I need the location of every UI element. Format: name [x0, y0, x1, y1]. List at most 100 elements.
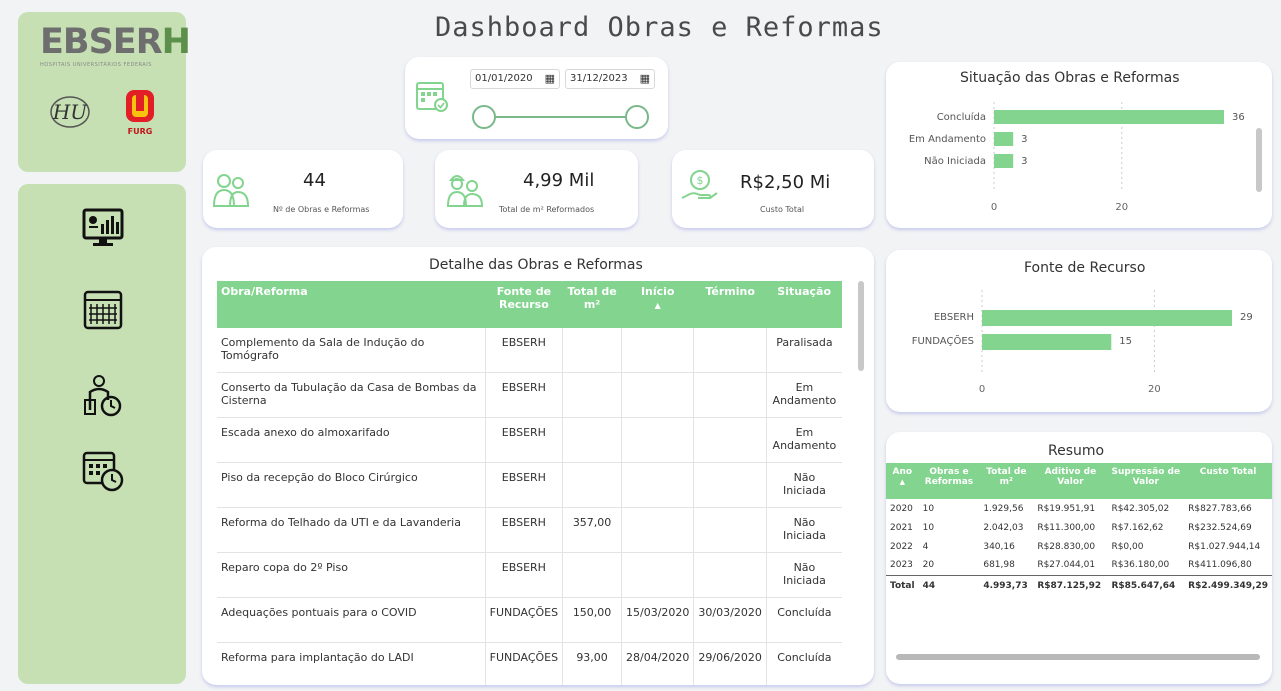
resumo-col-custo[interactable]: Custo Total	[1184, 463, 1272, 499]
end-date-field[interactable]: 31/12/2023 ▦	[565, 69, 655, 89]
monitor-chart-icon[interactable]	[81, 206, 125, 250]
resumo-col-aditivo[interactable]: Aditivo de Valor	[1033, 463, 1108, 499]
table-row[interactable]: Complemento da Sala de Indução do Tomógr…	[217, 326, 842, 373]
resumo-title: Resumo	[1048, 443, 1105, 459]
resumo-cell: 681,98	[983, 560, 1015, 571]
bar-category-label: Em Andamento	[909, 134, 986, 145]
calendar-grid-icon[interactable]	[81, 288, 125, 332]
table-cell: 30/03/2020	[693, 597, 767, 643]
bar-value-label: 3	[1021, 156, 1027, 167]
table-cell	[621, 507, 695, 553]
axis-tick-label: 0	[991, 202, 997, 213]
resumo-cell: R$1.027.944,14	[1188, 541, 1261, 552]
resumo-col-obras[interactable]: Obras e Reformas	[918, 463, 980, 499]
kpi-card-custo: $ R$2,50 Mi Custo Total	[672, 150, 874, 228]
resumo-row[interactable]: 2021 10 2.042,03 R$11.300,00 R$7.162,62 R$232…	[886, 518, 1272, 537]
resumo-cell: R$28.830,00	[1037, 541, 1096, 552]
table-row[interactable]: Conserto da Tubulação da Casa de Bombas …	[217, 372, 842, 418]
resumo-total-cell: 44	[918, 574, 980, 597]
table-cell: Complemento da Sala de Indução do Tomógr…	[217, 326, 486, 373]
col-header-situacao[interactable]: Situação	[766, 281, 842, 327]
table-cell	[621, 552, 695, 598]
resumo-row[interactable]: 2023 20 681,98 R$27.044,01 R$36.180,00 R$411.…	[886, 556, 1272, 575]
slider-start-handle[interactable]	[472, 105, 496, 129]
table-cell: Conserto da Tubulação da Casa de Bombas …	[217, 372, 486, 418]
table-cell: 150,00	[562, 597, 623, 643]
table-cell: 93,00	[562, 642, 623, 685]
table-cell: 15/03/2020	[621, 597, 695, 643]
bar	[994, 132, 1014, 146]
kpi-card-obras: 44 Nº de Obras e Reformas	[203, 150, 403, 228]
table-row[interactable]: Reparo copa do 2º Piso EBSERH Não Iniciada	[217, 552, 842, 598]
table-row[interactable]: Escada anexo do almoxarifado EBSERH Em And…	[217, 417, 842, 463]
ebserh-logo-subtitle: HOSPITAIS UNIVERSITÁRIOS FEDERAIS	[40, 62, 152, 68]
fonte-bar-chart: 0 20 EBSERH 29 FUNDAÇÕES 15	[912, 290, 1253, 395]
start-date-field[interactable]: 01/01/2020 ▦	[470, 69, 560, 89]
bar-value-label: 15	[1119, 336, 1132, 347]
table-row[interactable]: Reforma para implantação do LADI FUNDAÇÕE…	[217, 642, 842, 685]
calendar-clock-icon[interactable]	[81, 449, 125, 493]
table-cell	[693, 552, 767, 598]
hu-logo: HU	[50, 96, 90, 128]
resumo-row[interactable]: 2020 10 1.929,56 R$19.951,91 R$42.305,02 R$82…	[886, 499, 1272, 518]
table-row[interactable]: Piso da recepção do Bloco Cirúrgico EBSER…	[217, 462, 842, 508]
resumo-col-ano[interactable]: Ano ▲	[886, 463, 919, 499]
resumo-cell: 2020	[890, 503, 913, 514]
col-header-obra[interactable]: Obra/Reforma	[217, 281, 486, 327]
resumo-total-cell: Total	[886, 574, 919, 597]
situacao-bar-chart: 0 20 Concluída 36 Em Andamento 3 Não Iniciada 3	[909, 102, 1245, 213]
resumo-total-cell: 4.993,73	[979, 574, 1034, 597]
resumo-cell: 2022	[890, 541, 913, 552]
table-cell: FUNDAÇÕES	[485, 642, 564, 685]
resumo-cell: 2023	[890, 560, 913, 571]
workers-icon	[212, 174, 250, 207]
resumo-cell: R$827.783,66	[1188, 503, 1252, 514]
table-cell	[621, 372, 695, 418]
kpi-card-area: 4,99 Mil Total de m² Reformados	[435, 150, 638, 228]
table-row[interactable]: Adequações pontuais para o COVID FUNDAÇÕE…	[217, 597, 842, 643]
table-cell: Reparo copa do 2º Piso	[217, 552, 486, 598]
person-clock-icon[interactable]	[81, 374, 125, 418]
fonte-chart-card: Fonte de Recurso 0 20 EBSERH 29 FUNDAÇÕES 15	[886, 250, 1272, 412]
resumo-cell: 2021	[890, 522, 913, 533]
col-header-m2[interactable]: Total de m²	[562, 281, 622, 327]
table-cell	[693, 462, 767, 508]
resumo-total-cell: R$85.647,64	[1107, 574, 1185, 597]
table-cell: Adequações pontuais para o COVID	[217, 597, 486, 643]
resumo-col-m2[interactable]: Total de m²	[979, 463, 1034, 499]
table-cell: Não Iniciada	[766, 462, 842, 508]
resumo-total-cell: R$87.125,92	[1033, 574, 1108, 597]
bar-category-label: Concluída	[937, 111, 986, 123]
table-row[interactable]: Reforma do Telhado da UTI e da Lavanderi…	[217, 507, 842, 553]
table-cell	[562, 326, 623, 373]
table-cell: EBSERH	[485, 326, 564, 373]
table-cell	[693, 417, 767, 463]
bar-category-label: Não Iniciada	[924, 156, 986, 167]
sort-asc-icon: ▲	[654, 301, 661, 310]
bar-category-label: EBSERH	[934, 312, 974, 323]
col-header-fonte[interactable]: Fonte de Recurso	[485, 281, 563, 327]
table-cell: Concluída	[766, 597, 842, 643]
table-cell	[621, 417, 695, 463]
col-header-termino[interactable]: Término	[693, 281, 767, 327]
resumo-row[interactable]: 2022 4 340,16 R$28.830,00 R$0,00 R$1.027.944,…	[886, 537, 1272, 556]
table-cell: Não Iniciada	[766, 507, 842, 553]
table-cell: FUNDAÇÕES	[485, 597, 564, 643]
resumo-cell: 2.042,03	[983, 522, 1024, 533]
svg-text:FURG: FURG	[128, 127, 153, 136]
chart-scrollbar[interactable]	[1256, 128, 1262, 192]
sort-asc-icon: ▲	[899, 478, 905, 486]
resumo-cell: 1.929,56	[983, 503, 1024, 514]
table-cell: Em Andamento	[766, 417, 842, 463]
resumo-scrollbar[interactable]	[896, 654, 1260, 660]
sidebar-navigation	[18, 184, 186, 684]
table-scrollbar[interactable]	[858, 281, 864, 371]
resumo-total-cell: R$2.499.349,29	[1184, 574, 1272, 597]
slider-end-handle[interactable]	[625, 105, 649, 129]
table-cell	[693, 326, 767, 373]
resumo-cell: 10	[922, 522, 935, 533]
resumo-col-supressao[interactable]: Supressão de Valor	[1107, 463, 1185, 499]
table-cell: Reforma do Telhado da UTI e da Lavanderi…	[217, 507, 486, 553]
table-cell: Reforma para implantação do LADI	[217, 642, 486, 685]
col-header-inicio[interactable]: Início ▲	[621, 281, 694, 327]
